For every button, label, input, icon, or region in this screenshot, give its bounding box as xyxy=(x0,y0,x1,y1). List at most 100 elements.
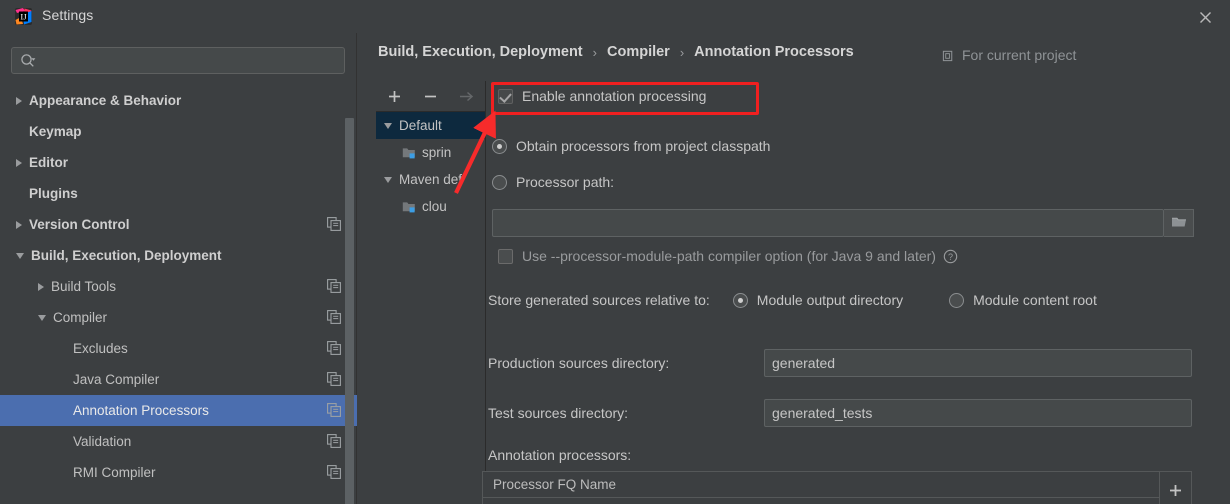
sidebar-item-label: Editor xyxy=(29,155,68,170)
processor-path-label: Processor path: xyxy=(516,174,614,190)
title-bar: IJ Settings xyxy=(0,0,1230,33)
sidebar-item-build-tools[interactable]: Build Tools xyxy=(0,271,357,302)
profile-label: clou xyxy=(422,199,447,214)
obtain-from-classpath-row[interactable]: Obtain processors from project classpath xyxy=(492,138,770,154)
project-scope-icon xyxy=(327,217,341,231)
profiles-list: Default sprin Maven def clou xyxy=(376,112,485,220)
production-sources-label: Production sources directory: xyxy=(488,355,764,371)
store-relative-label: Store generated sources relative to: xyxy=(488,292,710,308)
breadcrumb-item[interactable]: Annotation Processors xyxy=(694,44,854,60)
breadcrumb-item[interactable]: Build, Execution, Deployment xyxy=(378,44,583,60)
profile-group-row[interactable]: Maven def xyxy=(376,166,485,193)
processor-module-path-checkbox[interactable] xyxy=(498,249,513,264)
sidebar-item-rmi-compiler[interactable]: RMI Compiler xyxy=(0,457,357,488)
sidebar-item-label: Validation xyxy=(73,434,131,449)
chevron-right-icon[interactable] xyxy=(16,97,22,105)
table-column-header: Processor FQ Name xyxy=(483,472,1159,498)
for-current-project-label: For current project xyxy=(942,47,1076,63)
profile-module-row[interactable]: sprin xyxy=(376,139,485,166)
sidebar-item-label: Compiler xyxy=(53,310,107,325)
test-sources-row: Test sources directory: generated_tests xyxy=(488,399,1192,427)
sidebar-item-validation[interactable]: Validation xyxy=(0,426,357,457)
sidebar-item-label: Excludes xyxy=(73,341,128,356)
settings-tree: Appearance & Behavior Keymap Editor Plugins… xyxy=(0,85,357,504)
project-scope-icon xyxy=(327,434,341,448)
module-content-root-radio[interactable] xyxy=(949,293,964,308)
breadcrumb-item[interactable]: Compiler xyxy=(607,44,670,60)
folder-icon xyxy=(1171,215,1187,232)
settings-dialog: IJ Settings App xyxy=(0,0,1230,504)
sidebar-item-plugins[interactable]: Plugins xyxy=(0,178,357,209)
sidebar-item-compiler[interactable]: Compiler xyxy=(0,302,357,333)
project-scope-icon xyxy=(327,341,341,355)
settings-sidebar: Appearance & Behavior Keymap Editor Plugins… xyxy=(0,33,357,504)
svg-text:IJ: IJ xyxy=(20,12,27,22)
annotation-processors-table-side-toolbar xyxy=(1160,471,1192,504)
add-processor-button[interactable] xyxy=(1160,472,1191,504)
chevron-down-icon[interactable] xyxy=(384,123,392,129)
search-icon xyxy=(20,53,36,69)
production-sources-row: Production sources directory: generated xyxy=(488,349,1192,377)
breadcrumb-separator: › xyxy=(593,45,597,60)
sidebar-item-label: RMI Compiler xyxy=(73,465,156,480)
project-scope-icon xyxy=(327,403,341,417)
sidebar-item-excludes[interactable]: Excludes xyxy=(0,333,357,364)
search-box[interactable] xyxy=(11,47,345,74)
intellij-idea-logo-icon: IJ xyxy=(14,7,33,26)
enable-annotation-processing-label: Enable annotation processing xyxy=(522,88,706,104)
processor-path-browse-button[interactable] xyxy=(1164,209,1194,237)
chevron-down-icon[interactable] xyxy=(16,253,24,259)
processor-path-radio[interactable] xyxy=(492,175,507,190)
sidebar-scrollbar-thumb[interactable] xyxy=(345,118,354,504)
sidebar-item-java-compiler[interactable]: Java Compiler xyxy=(0,364,357,395)
help-icon[interactable]: ? xyxy=(943,249,958,264)
sidebar-item-label: Annotation Processors xyxy=(73,403,209,418)
svg-text:?: ? xyxy=(948,252,953,262)
enable-annotation-processing-checkbox[interactable] xyxy=(498,89,513,104)
processor-module-path-row[interactable]: Use --processor-module-path compiler opt… xyxy=(498,248,958,264)
obtain-from-classpath-radio[interactable] xyxy=(492,139,507,154)
profile-module-row[interactable]: clou xyxy=(376,193,485,220)
chevron-down-icon[interactable] xyxy=(384,177,392,183)
module-folder-icon xyxy=(402,146,417,160)
chevron-right-icon[interactable] xyxy=(16,221,22,229)
sidebar-item-label: Java Compiler xyxy=(73,372,159,387)
add-profile-button[interactable] xyxy=(376,81,412,111)
sidebar-item-label: Plugins xyxy=(29,186,78,201)
window-title: Settings xyxy=(42,7,93,23)
search-input[interactable] xyxy=(36,53,344,68)
project-scope-icon xyxy=(327,465,341,479)
processor-path-input[interactable] xyxy=(492,209,1164,237)
search-field-wrapper xyxy=(11,47,345,74)
close-icon[interactable] xyxy=(1194,6,1216,28)
profile-label: Default xyxy=(399,118,442,133)
profile-group-row[interactable]: Default xyxy=(376,112,485,139)
for-current-project-text: For current project xyxy=(962,47,1076,63)
sidebar-item-annotation-processors[interactable]: Annotation Processors xyxy=(0,395,357,426)
annotation-processors-table[interactable]: Processor FQ Name xyxy=(482,471,1160,504)
test-sources-input[interactable]: generated_tests xyxy=(764,399,1192,427)
profiles-toolbar xyxy=(376,81,485,112)
profile-label: sprin xyxy=(422,145,451,160)
move-to-profile-button[interactable] xyxy=(448,81,484,111)
project-scope-icon xyxy=(327,279,341,293)
project-scope-icon xyxy=(327,372,341,386)
sidebar-item-keymap[interactable]: Keymap xyxy=(0,116,357,147)
module-output-directory-radio[interactable] xyxy=(733,293,748,308)
sidebar-item-appearance-behavior[interactable]: Appearance & Behavior xyxy=(0,85,357,116)
sidebar-item-build-execution-deployment[interactable]: Build, Execution, Deployment xyxy=(0,240,357,271)
chevron-right-icon[interactable] xyxy=(16,159,22,167)
sidebar-item-version-control[interactable]: Version Control xyxy=(0,209,357,240)
chevron-right-icon[interactable] xyxy=(38,283,44,291)
enable-annotation-processing-row[interactable]: Enable annotation processing xyxy=(498,88,706,104)
annotation-processors-label: Annotation processors: xyxy=(488,447,631,463)
sidebar-item-label: Keymap xyxy=(29,124,82,139)
processor-module-path-label: Use --processor-module-path compiler opt… xyxy=(522,248,936,264)
profile-label: Maven def xyxy=(399,172,462,187)
breadcrumb: Build, Execution, Deployment›Compiler›An… xyxy=(378,44,854,60)
remove-profile-button[interactable] xyxy=(412,81,448,111)
production-sources-input[interactable]: generated xyxy=(764,349,1192,377)
sidebar-item-editor[interactable]: Editor xyxy=(0,147,357,178)
processor-path-row[interactable]: Processor path: xyxy=(492,174,614,190)
chevron-down-icon[interactable] xyxy=(38,315,46,321)
